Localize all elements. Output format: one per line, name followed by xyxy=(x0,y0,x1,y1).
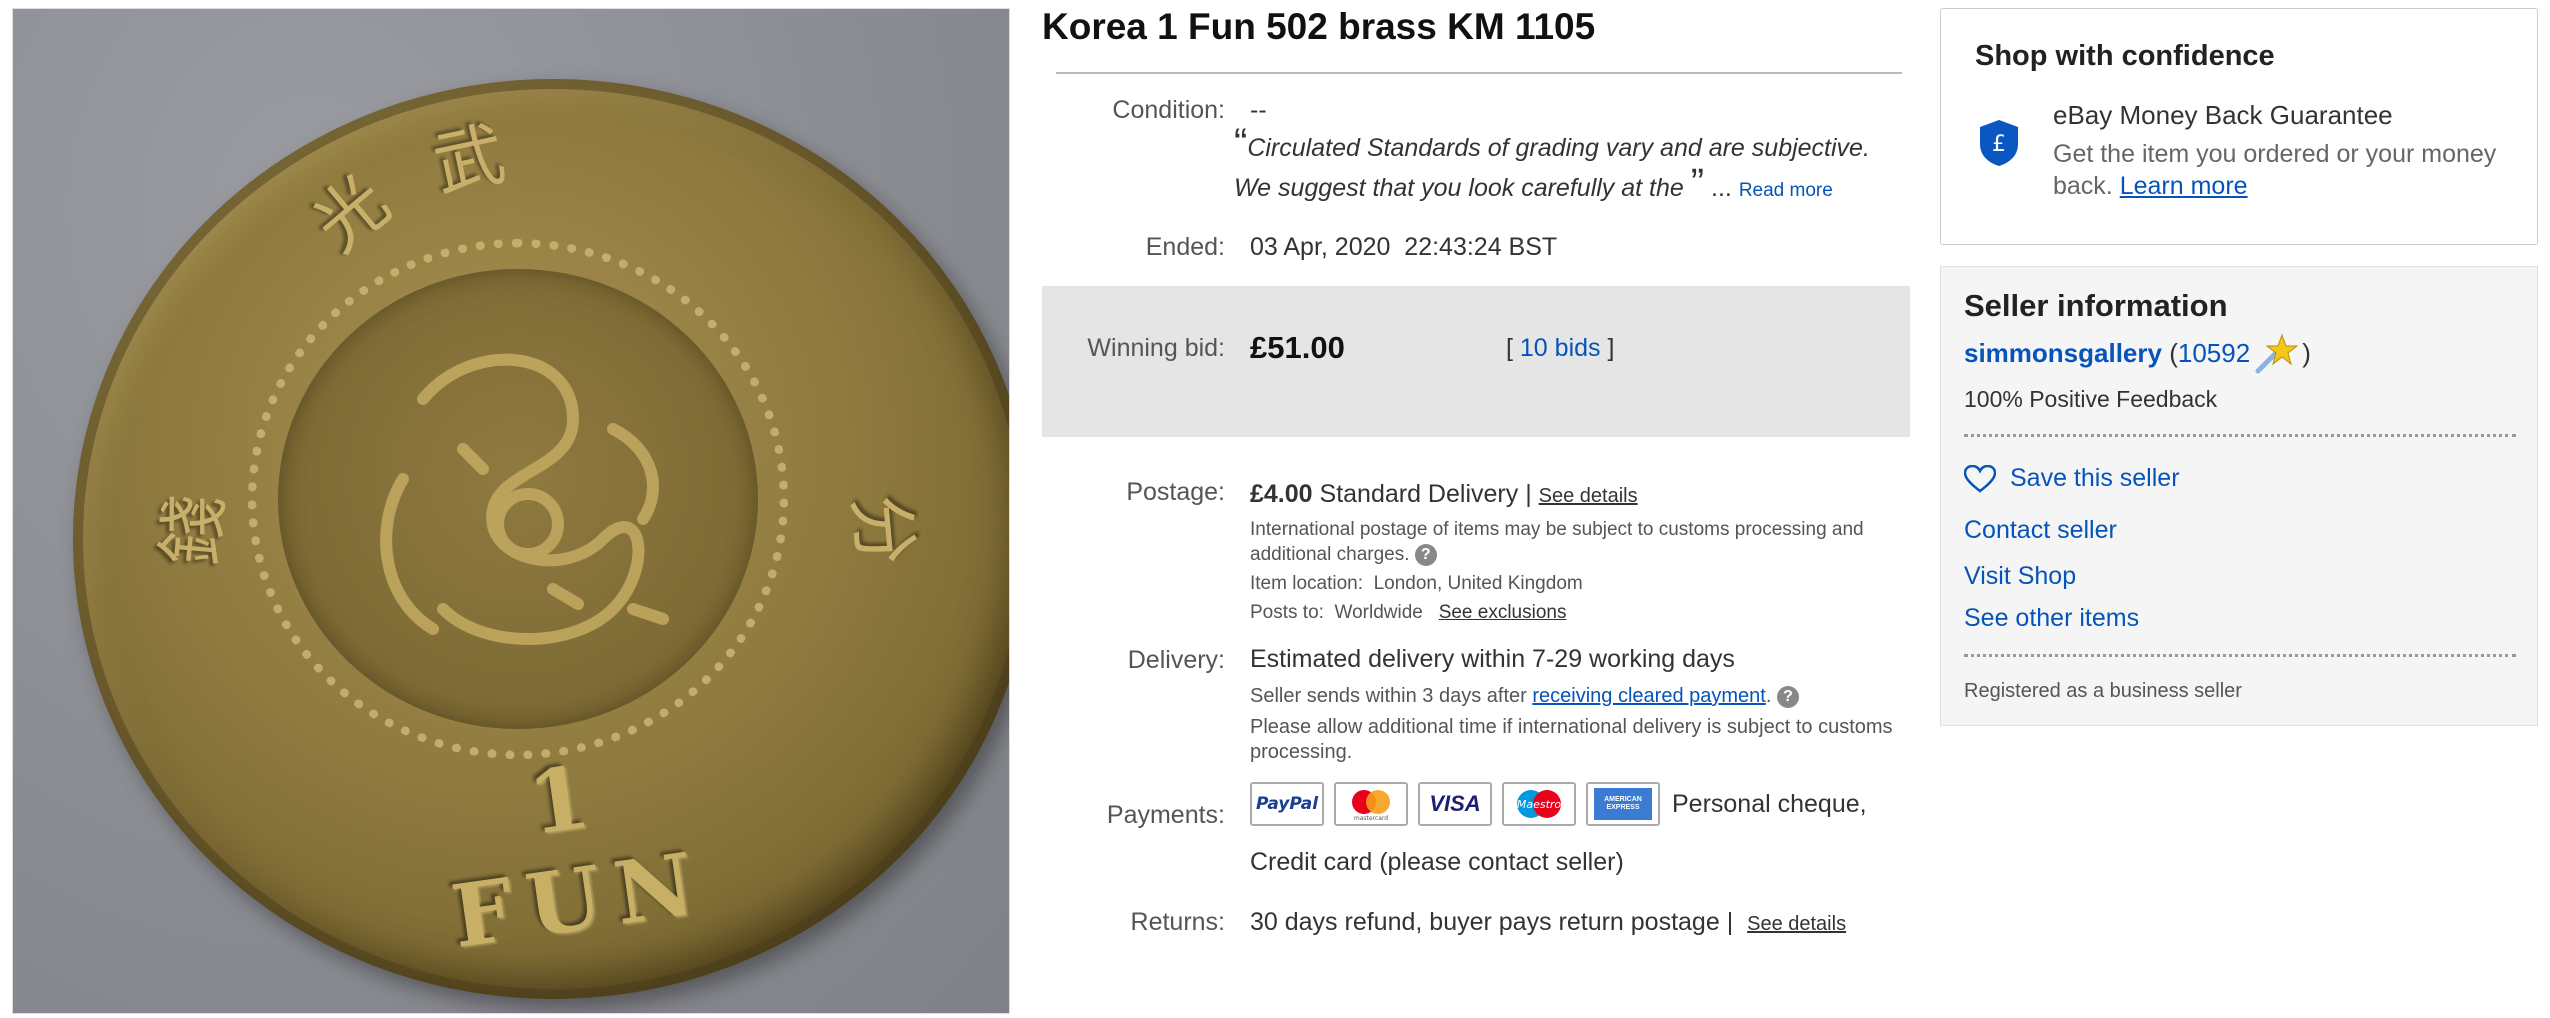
winning-bid-label: Winning bid: xyxy=(1087,334,1225,362)
close-quote: ” xyxy=(1690,161,1705,205)
feedback-score-link[interactable]: 10592 xyxy=(2178,338,2250,369)
maestro-label: Maestro xyxy=(1517,798,1562,811)
divider xyxy=(1056,72,1902,74)
see-other-items-link[interactable]: See other items xyxy=(1964,604,2139,633)
seller-name-link[interactable]: simmonsgallery xyxy=(1964,338,2162,369)
see-exclusions-link[interactable]: See exclusions xyxy=(1439,602,1567,623)
payments-label: Payments: xyxy=(1106,801,1225,829)
save-seller-button[interactable]: Save this seller xyxy=(1964,464,2180,493)
visit-shop-link[interactable]: Visit Shop xyxy=(1964,562,2076,591)
bid-count: [ 10 bids ] xyxy=(1506,334,1614,363)
coin-glyph: 錢 xyxy=(149,491,238,569)
read-more-link[interactable]: Read more xyxy=(1739,180,1833,201)
mastercard-label: mastercard xyxy=(1354,815,1388,821)
ended-value: 03 Apr, 2020 22:43:24 BST xyxy=(1250,233,1558,261)
item-location-label: Item location: xyxy=(1250,573,1363,594)
paren-open: ( xyxy=(2169,337,2178,368)
mastercard-logo: mastercard xyxy=(1352,790,1390,821)
shooting-star-icon[interactable] xyxy=(2254,331,2299,375)
positive-feedback: 100% Positive Feedback xyxy=(1964,386,2218,412)
item-location: London, United Kingdom xyxy=(1373,573,1583,594)
bid-history-link[interactable]: 10 bids xyxy=(1520,334,1601,362)
money-back-guarantee-title: eBay Money Back Guarantee xyxy=(2053,100,2393,130)
learn-more-link[interactable]: Learn more xyxy=(2120,172,2248,200)
winning-bid-amount: £51.00 xyxy=(1250,330,1345,365)
dotted-divider xyxy=(1964,434,2516,437)
bracket-close: ] xyxy=(1607,334,1615,362)
separator: | xyxy=(1525,480,1532,508)
returns-label: Returns: xyxy=(1130,908,1225,936)
help-icon[interactable]: ? xyxy=(1776,685,1799,708)
item-title: Korea 1 Fun 502 brass KM 1105 xyxy=(1042,6,1596,47)
ellipsis: ... xyxy=(1711,174,1732,202)
svg-text:£: £ xyxy=(1992,132,2006,157)
seller-sends-text: Seller sends within 3 days after xyxy=(1250,685,1527,707)
condition-description: “Circulated Standards of grading vary an… xyxy=(1234,123,1904,211)
posts-to-label: Posts to: xyxy=(1250,602,1324,623)
bracket-open: [ xyxy=(1506,334,1513,362)
shop-with-confidence-title: Shop with confidence xyxy=(1975,40,2275,72)
condition-value: -- xyxy=(1250,96,1267,124)
postage-section: £4.00 Standard Delivery | See details In… xyxy=(1250,480,1890,625)
amex-icon: AMERICAN EXPRESS xyxy=(1586,782,1660,826)
payment-methods: PayPal mastercard VISA Maestro AMERICAN … xyxy=(1250,782,1867,826)
mastercard-icon: mastercard xyxy=(1334,782,1408,826)
open-quote: “ xyxy=(1234,121,1248,165)
paypal-logo-text: PayPal xyxy=(1255,794,1319,814)
delivery-section: Estimated delivery within 7-29 working d… xyxy=(1250,645,1910,765)
posts-to-value: Worldwide xyxy=(1334,602,1423,623)
maestro-icon: Maestro xyxy=(1502,782,1576,826)
separator: | xyxy=(1726,908,1734,936)
intl-postage-note: International postage of items may be su… xyxy=(1250,519,1864,565)
money-back-guarantee-desc: Get the item you ordered or your money b… xyxy=(2053,138,2513,202)
paypal-icon: PayPal xyxy=(1250,782,1324,826)
delivery-label: Delivery: xyxy=(1127,646,1225,674)
contact-seller-link[interactable]: Contact seller xyxy=(1964,516,2117,545)
returns-policy: 30 days refund, buyer pays return postag… xyxy=(1250,908,1720,936)
help-icon[interactable]: ? xyxy=(1414,543,1437,566)
ended-label: Ended: xyxy=(1145,233,1225,261)
credit-card-text: Credit card (please contact seller) xyxy=(1250,848,1624,876)
returns-see-details-link[interactable]: See details xyxy=(1747,913,1846,935)
period: . xyxy=(1765,685,1772,707)
shield-icon: £ xyxy=(1980,120,2018,166)
visa-logo-text: VISA xyxy=(1429,791,1481,816)
business-seller-note: Registered as a business seller xyxy=(1964,680,2242,702)
postage-price: £4.00 xyxy=(1250,480,1313,508)
dotted-divider xyxy=(1964,654,2516,657)
returns-section: 30 days refund, buyer pays return postag… xyxy=(1250,908,1846,937)
coin-glyph: 分 xyxy=(838,491,927,569)
postage-method: Standard Delivery xyxy=(1319,480,1519,508)
amex-label: AMERICAN EXPRESS xyxy=(1604,796,1642,811)
visa-icon: VISA xyxy=(1418,782,1492,826)
item-photo[interactable]: 光 武 錢 分 1 FUN xyxy=(12,8,1010,1014)
cleared-payment-link[interactable]: receiving cleared payment xyxy=(1532,685,1765,707)
seller-identity: simmonsgallery (10592 ) xyxy=(1964,331,2311,375)
postage-see-details-link[interactable]: See details xyxy=(1539,485,1638,507)
customs-note: Please allow additional time if internat… xyxy=(1250,716,1893,763)
save-seller-label: Save this seller xyxy=(2010,464,2180,492)
delivery-estimate: Estimated delivery within 7-29 working d… xyxy=(1250,645,1735,673)
maestro-logo: Maestro xyxy=(1517,790,1562,818)
heart-icon xyxy=(1964,464,1996,493)
condition-label: Condition: xyxy=(1112,96,1225,124)
paren-close: ) xyxy=(2302,337,2311,368)
seller-information-title: Seller information xyxy=(1964,288,2228,323)
personal-cheque-text: Personal cheque, xyxy=(1672,789,1867,818)
dragon-emblem xyxy=(380,353,669,645)
postage-label: Postage: xyxy=(1126,478,1225,506)
